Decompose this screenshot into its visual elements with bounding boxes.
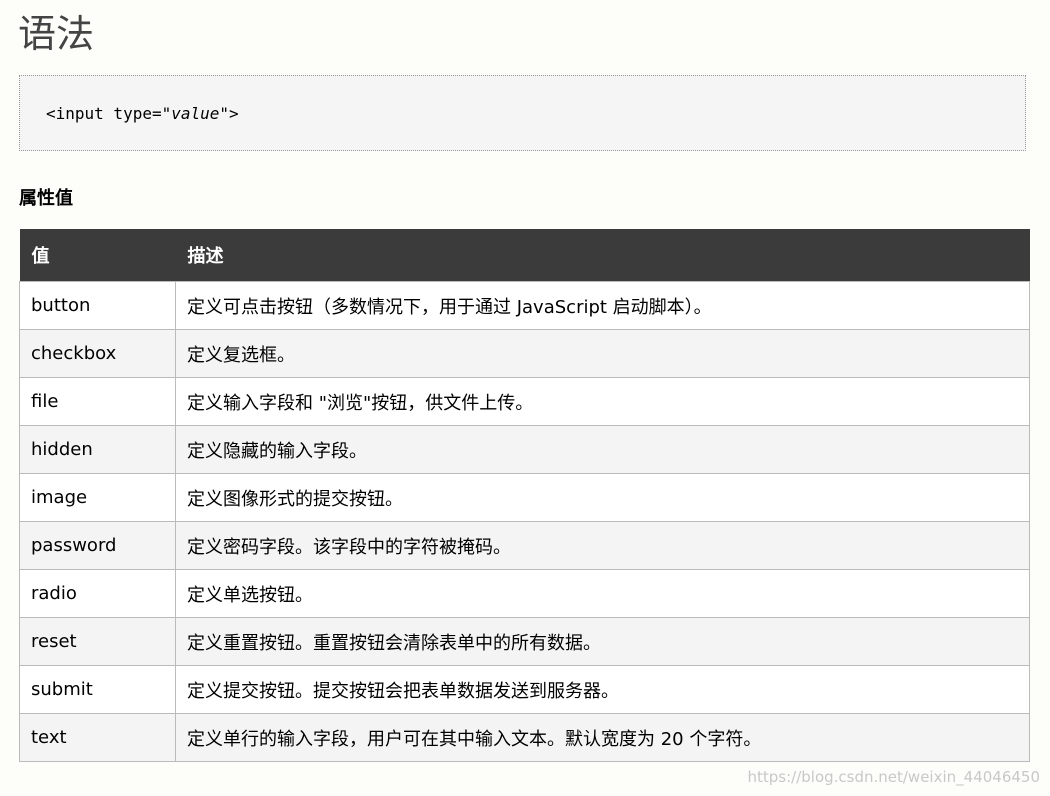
row-value: reset xyxy=(19,617,176,666)
row-description: 定义单选按钮。 xyxy=(175,569,1030,618)
header-description: 描述 xyxy=(175,229,1030,282)
row-value: hidden xyxy=(19,425,176,474)
table-row: hidden 定义隐藏的输入字段。 xyxy=(19,425,1030,474)
table-row: file 定义输入字段和 "浏览"按钮，供文件上传。 xyxy=(19,377,1030,426)
table-row: text 定义单行的输入字段，用户可在其中输入文本。默认宽度为 20 个字符。 xyxy=(19,713,1030,762)
row-description: 定义图像形式的提交按钮。 xyxy=(175,473,1030,522)
table-header-row: 值 描述 xyxy=(19,229,1030,282)
table-row: password 定义密码字段。该字段中的字符被掩码。 xyxy=(19,521,1030,570)
table-row: button 定义可点击按钮（多数情况下，用于通过 JavaScript 启动脚… xyxy=(19,281,1030,330)
section-title: 属性值 xyxy=(19,188,73,209)
code-argument: value xyxy=(171,104,220,123)
row-value: file xyxy=(19,377,176,426)
row-value: submit xyxy=(19,665,176,714)
row-description: 定义重置按钮。重置按钮会清除表单中的所有数据。 xyxy=(175,617,1030,666)
row-description: 定义密码字段。该字段中的字符被掩码。 xyxy=(175,521,1030,570)
code-suffix: "> xyxy=(219,104,239,123)
table-row: checkbox 定义复选框。 xyxy=(19,329,1030,378)
row-description: 定义复选框。 xyxy=(175,329,1030,378)
table-row: reset 定义重置按钮。重置按钮会清除表单中的所有数据。 xyxy=(19,617,1030,666)
watermark: https://blog.csdn.net/weixin_44046450 xyxy=(747,768,1040,786)
row-description: 定义单行的输入字段，用户可在其中输入文本。默认宽度为 20 个字符。 xyxy=(175,713,1030,762)
code-sample: <input type="value"> xyxy=(19,75,1026,151)
table-row: radio 定义单选按钮。 xyxy=(19,569,1030,618)
row-description: 定义提交按钮。提交按钮会把表单数据发送到服务器。 xyxy=(175,665,1030,714)
attribute-values-table: 值 描述 button 定义可点击按钮（多数情况下，用于通过 JavaScrip… xyxy=(19,229,1030,762)
row-value: text xyxy=(19,713,176,762)
page: 语法 <input type="value"> 属性值 值 描述 button … xyxy=(0,0,1050,796)
table-row: image 定义图像形式的提交按钮。 xyxy=(19,473,1030,522)
code-prefix: <input type=" xyxy=(46,104,172,123)
row-value: radio xyxy=(19,569,176,618)
row-description: 定义输入字段和 "浏览"按钮，供文件上传。 xyxy=(175,377,1030,426)
row-description: 定义可点击按钮（多数情况下，用于通过 JavaScript 启动脚本）。 xyxy=(175,281,1030,330)
header-value: 值 xyxy=(19,229,176,282)
row-value: checkbox xyxy=(19,329,176,378)
page-heading: 语法 xyxy=(18,12,95,56)
row-value: image xyxy=(19,473,176,522)
row-value: button xyxy=(19,281,176,330)
row-value: password xyxy=(19,521,176,570)
table-row: submit 定义提交按钮。提交按钮会把表单数据发送到服务器。 xyxy=(19,665,1030,714)
row-description: 定义隐藏的输入字段。 xyxy=(175,425,1030,474)
